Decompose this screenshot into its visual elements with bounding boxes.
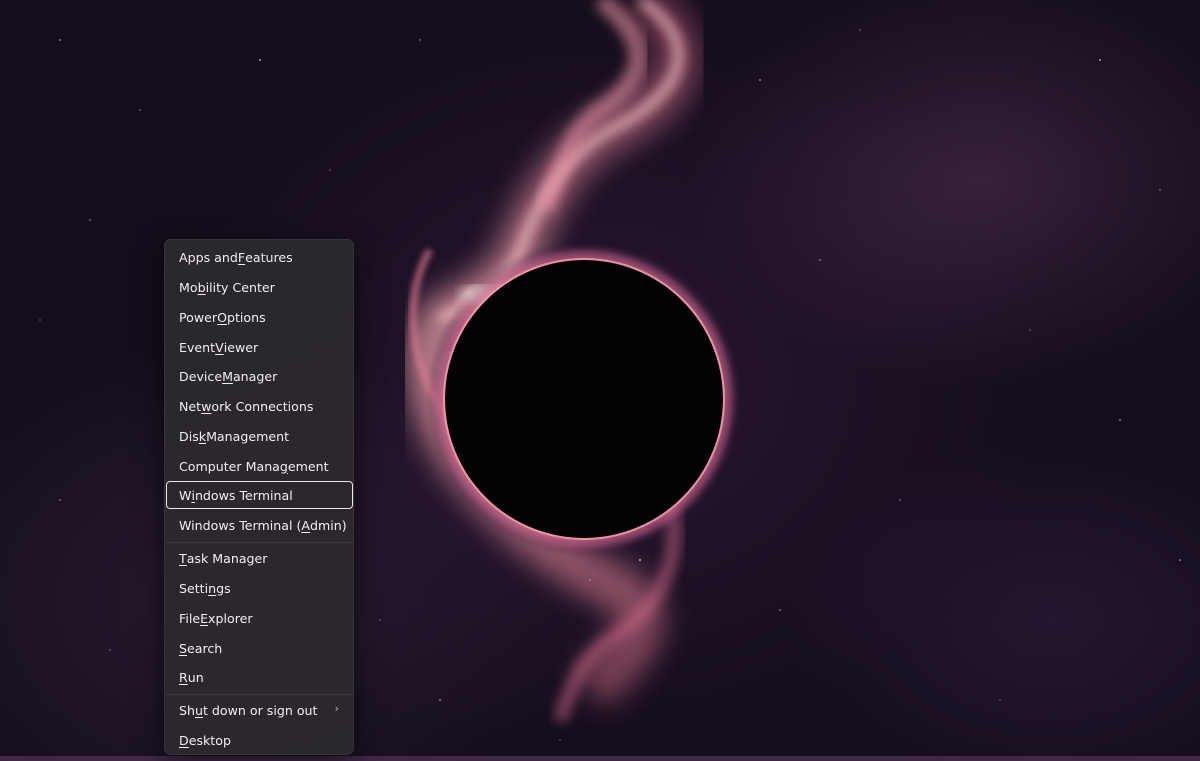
quick-link-menu: Apps and Features Mo b ility Center Power …	[164, 239, 354, 755]
menu-item-file-explorer[interactable]: File Explorer	[166, 604, 353, 632]
menu-item-device-manager[interactable]: Device Manager	[166, 362, 353, 390]
menu-item-shut-down-or-sign-out[interactable]: Sh u t down or sign out ›	[166, 696, 353, 724]
menu-item-event-viewer[interactable]: Event Viewer	[166, 333, 353, 361]
menu-item-windows-terminal-admin[interactable]: Windows Terminal (Admin)	[166, 511, 353, 539]
menu-separator	[166, 542, 353, 543]
menu-separator	[166, 694, 353, 695]
menu-item-search[interactable]: Search	[166, 634, 353, 662]
menu-item-apps-and-features[interactable]: Apps and Features	[166, 243, 353, 271]
desktop[interactable]: Apps and Features Mo b ility Center Power …	[0, 0, 1200, 761]
menu-item-computer-management[interactable]: Computer Mana g ement	[166, 452, 353, 480]
menu-item-power-options[interactable]: Power Options	[166, 303, 353, 331]
menu-item-task-manager[interactable]: Task Manager	[166, 544, 353, 572]
menu-item-settings[interactable]: Setti n gs	[166, 574, 353, 602]
menu-item-windows-terminal[interactable]: Wi ndows Terminal	[166, 481, 353, 509]
menu-item-mobility-center[interactable]: Mo b ility Center	[166, 273, 353, 301]
chevron-right-icon: ›	[334, 702, 339, 715]
menu-item-run[interactable]: Run	[166, 663, 353, 691]
menu-item-disk-management[interactable]: Dis k Management	[166, 422, 353, 450]
menu-item-desktop[interactable]: Desktop	[166, 726, 353, 754]
menu-item-network-connections[interactable]: Net w ork Connections	[166, 392, 353, 420]
